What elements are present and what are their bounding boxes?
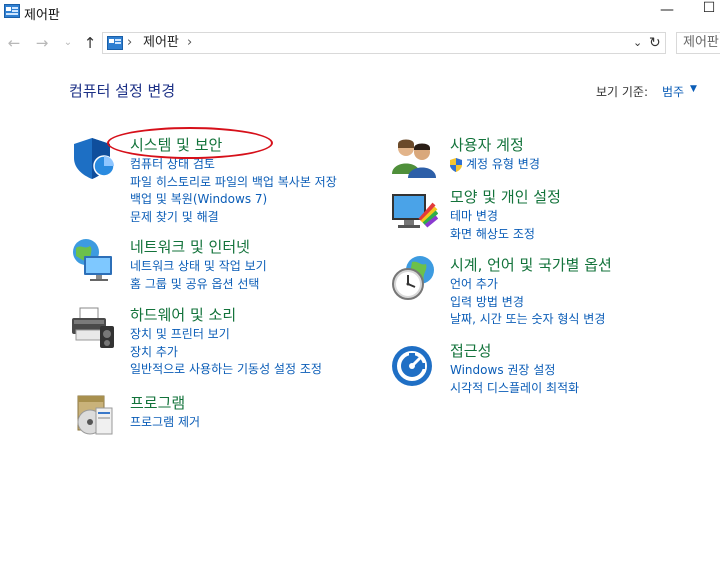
page-title: 컴퓨터 설정 변경 <box>69 82 176 100</box>
link-screen-resolution[interactable]: 화면 해상도 조정 <box>450 226 535 244</box>
view-by-label: 보기 기준: <box>596 85 649 99</box>
address-bar[interactable]: › 제어판 › ⌄ ↻ <box>102 32 666 54</box>
link-change-account-type[interactable]: 계정 유형 변경 <box>450 156 540 174</box>
breadcrumb-control-panel[interactable]: 제어판 <box>143 33 179 53</box>
clock-icon <box>392 256 434 300</box>
recent-locations-chevron-icon[interactable]: ⌄ <box>58 32 78 54</box>
category-title[interactable]: 네트워크 및 인터넷 <box>130 236 250 257</box>
link-recommended-settings[interactable]: Windows 권장 설정 <box>450 362 579 380</box>
view-by-dropdown[interactable]: 범주 <box>662 83 684 100</box>
link-change-theme[interactable]: 테마 변경 <box>450 208 535 226</box>
up-arrow-icon[interactable]: ↑ <box>80 32 100 54</box>
link-mobility-settings[interactable]: 일반적으로 사용하는 기동성 설정 조정 <box>130 361 322 379</box>
link-file-history[interactable]: 파일 히스토리로 파일의 백업 복사본 저장 <box>130 174 337 192</box>
maximize-button[interactable]: ☐ <box>694 0 720 20</box>
refresh-icon[interactable]: ↻ <box>649 33 665 53</box>
link-label: 계정 유형 변경 <box>466 157 540 171</box>
category-title[interactable]: 프로그램 <box>130 392 185 413</box>
search-input[interactable]: 제어판 <box>676 32 720 54</box>
link-homegroup-sharing[interactable]: 홈 그룹 및 공유 옵션 선택 <box>130 276 267 294</box>
programs-icon <box>77 395 113 435</box>
link-review-status[interactable]: 컴퓨터 상태 검토 <box>130 156 337 174</box>
address-dropdown-icon[interactable]: ⌄ <box>633 33 642 53</box>
accessibility-icon <box>392 346 432 386</box>
breadcrumb-separator-icon[interactable]: › <box>127 33 132 53</box>
category-title[interactable]: 접근성 <box>450 340 491 361</box>
users-icon <box>392 139 436 178</box>
link-uninstall-program[interactable]: 프로그램 제거 <box>130 414 200 432</box>
window-title: 제어판 <box>24 8 60 23</box>
link-troubleshoot[interactable]: 문제 찾기 및 해결 <box>130 209 337 227</box>
category-title[interactable]: 하드웨어 및 소리 <box>130 304 236 325</box>
link-add-language[interactable]: 언어 추가 <box>450 276 605 294</box>
control-panel-icon <box>107 36 123 50</box>
dropdown-arrow-icon[interactable]: ▼ <box>690 84 697 94</box>
control-panel-icon <box>4 4 20 18</box>
annotation-circle <box>107 127 273 159</box>
category-title[interactable]: 모양 및 개인 설정 <box>450 186 561 207</box>
printer-icon <box>72 307 114 348</box>
minimize-button[interactable]: — <box>652 2 682 22</box>
uac-shield-icon <box>450 158 462 172</box>
link-devices-printers[interactable]: 장치 및 프린터 보기 <box>130 326 322 344</box>
personalization-icon <box>392 194 438 228</box>
category-title[interactable]: 시계, 언어 및 국가별 옵션 <box>450 254 612 275</box>
link-input-method[interactable]: 입력 방법 변경 <box>450 294 605 312</box>
back-arrow-icon[interactable]: ← <box>4 32 24 54</box>
link-network-status[interactable]: 네트워크 상태 및 작업 보기 <box>130 258 267 276</box>
category-title[interactable]: 사용자 계정 <box>450 134 524 155</box>
breadcrumb-separator-icon[interactable]: › <box>187 33 192 53</box>
title-bar: 제어판 — ☐ <box>0 0 720 26</box>
network-icon <box>73 239 112 281</box>
link-add-device[interactable]: 장치 추가 <box>130 344 322 362</box>
forward-arrow-icon[interactable]: → <box>32 32 52 54</box>
navigation-bar: ← → ⌄ ↑ › 제어판 › ⌄ ↻ 제어판 <box>0 28 720 60</box>
link-backup-restore[interactable]: 백업 및 복원(Windows 7) <box>130 191 337 209</box>
link-optimize-display[interactable]: 시각적 디스플레이 최적화 <box>450 380 579 398</box>
link-date-time-format[interactable]: 날짜, 시간 또는 숫자 형식 변경 <box>450 311 605 329</box>
